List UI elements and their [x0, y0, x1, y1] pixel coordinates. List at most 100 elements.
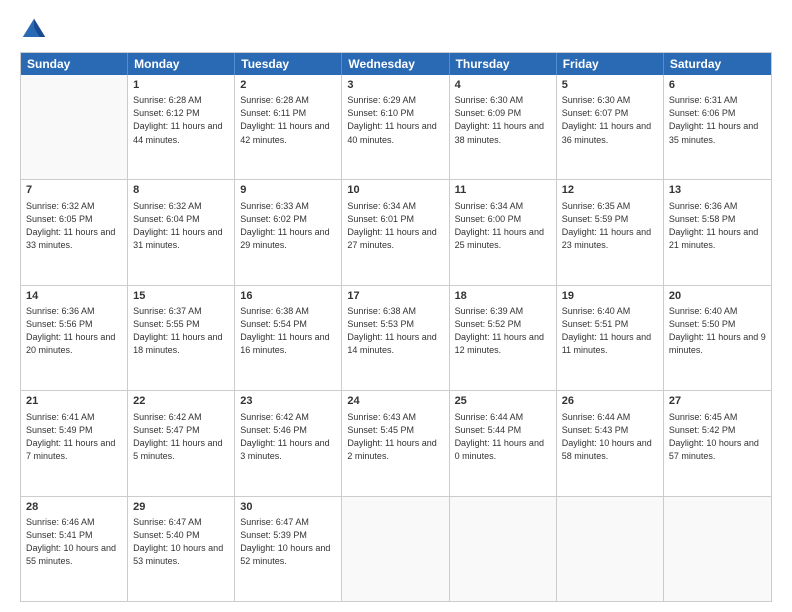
day-info: Sunrise: 6:42 AM Sunset: 5:46 PM Dayligh…	[240, 411, 336, 463]
day-info: Sunrise: 6:40 AM Sunset: 5:51 PM Dayligh…	[562, 305, 658, 357]
calendar-header-cell: Friday	[557, 53, 664, 75]
day-number: 25	[455, 394, 551, 409]
calendar-cell: 6Sunrise: 6:31 AM Sunset: 6:06 PM Daylig…	[664, 75, 771, 179]
calendar-cell: 22Sunrise: 6:42 AM Sunset: 5:47 PM Dayli…	[128, 391, 235, 495]
day-info: Sunrise: 6:35 AM Sunset: 5:59 PM Dayligh…	[562, 200, 658, 252]
calendar-cell: 20Sunrise: 6:40 AM Sunset: 5:50 PM Dayli…	[664, 286, 771, 390]
calendar-header-cell: Monday	[128, 53, 235, 75]
calendar-cell: 17Sunrise: 6:38 AM Sunset: 5:53 PM Dayli…	[342, 286, 449, 390]
day-number: 12	[562, 183, 658, 198]
day-number: 28	[26, 500, 122, 515]
day-info: Sunrise: 6:34 AM Sunset: 6:00 PM Dayligh…	[455, 200, 551, 252]
calendar-cell: 2Sunrise: 6:28 AM Sunset: 6:11 PM Daylig…	[235, 75, 342, 179]
calendar: SundayMondayTuesdayWednesdayThursdayFrid…	[20, 52, 772, 602]
day-number: 26	[562, 394, 658, 409]
day-number: 27	[669, 394, 766, 409]
day-info: Sunrise: 6:29 AM Sunset: 6:10 PM Dayligh…	[347, 94, 443, 146]
day-number: 2	[240, 78, 336, 93]
day-info: Sunrise: 6:32 AM Sunset: 6:04 PM Dayligh…	[133, 200, 229, 252]
day-info: Sunrise: 6:36 AM Sunset: 5:56 PM Dayligh…	[26, 305, 122, 357]
calendar-cell: 12 Sunrise: 6:35 AM Sunset: 5:59 PM Dayli…	[557, 180, 664, 284]
day-info: Sunrise: 6:28 AM Sunset: 6:11 PM Dayligh…	[240, 94, 336, 146]
day-info: Sunrise: 6:46 AM Sunset: 5:41 PM Dayligh…	[26, 516, 122, 568]
day-number: 16	[240, 289, 336, 304]
day-info: Sunrise: 6:37 AM Sunset: 5:55 PM Dayligh…	[133, 305, 229, 357]
day-info: Sunrise: 6:47 AM Sunset: 5:39 PM Dayligh…	[240, 516, 336, 568]
calendar-cell: 16Sunrise: 6:38 AM Sunset: 5:54 PM Dayli…	[235, 286, 342, 390]
day-info: Sunrise: 6:36 AM Sunset: 5:58 PM Dayligh…	[669, 200, 766, 252]
calendar-cell: 10 Sunrise: 6:34 AM Sunset: 6:01 PM Dayli…	[342, 180, 449, 284]
day-number: 18	[455, 289, 551, 304]
day-number: 6	[669, 78, 766, 93]
day-info: Sunrise: 6:47 AM Sunset: 5:40 PM Dayligh…	[133, 516, 229, 568]
calendar-header-cell: Thursday	[450, 53, 557, 75]
logo	[20, 16, 52, 44]
calendar-week-row: 14Sunrise: 6:36 AM Sunset: 5:56 PM Dayli…	[21, 286, 771, 391]
calendar-cell: 25 Sunrise: 6:44 AM Sunset: 5:44 PM Dayli…	[450, 391, 557, 495]
calendar-cell	[450, 497, 557, 601]
day-number: 9	[240, 183, 336, 198]
day-info: Sunrise: 6:38 AM Sunset: 5:53 PM Dayligh…	[347, 305, 443, 357]
calendar-header-row: SundayMondayTuesdayWednesdayThursdayFrid…	[21, 53, 771, 75]
calendar-week-row: 7 Sunrise: 6:32 AM Sunset: 6:05 PM Daylig…	[21, 180, 771, 285]
calendar-body: 1Sunrise: 6:28 AM Sunset: 6:12 PM Daylig…	[21, 75, 771, 601]
calendar-cell: 9 Sunrise: 6:33 AM Sunset: 6:02 PM Daylig…	[235, 180, 342, 284]
day-info: Sunrise: 6:30 AM Sunset: 6:07 PM Dayligh…	[562, 94, 658, 146]
day-info: Sunrise: 6:39 AM Sunset: 5:52 PM Dayligh…	[455, 305, 551, 357]
day-info: Sunrise: 6:44 AM Sunset: 5:44 PM Dayligh…	[455, 411, 551, 463]
day-number: 1	[133, 78, 229, 93]
day-number: 14	[26, 289, 122, 304]
calendar-cell	[557, 497, 664, 601]
day-number: 3	[347, 78, 443, 93]
day-info: Sunrise: 6:30 AM Sunset: 6:09 PM Dayligh…	[455, 94, 551, 146]
day-number: 22	[133, 394, 229, 409]
calendar-week-row: 28Sunrise: 6:46 AM Sunset: 5:41 PM Dayli…	[21, 497, 771, 601]
day-info: Sunrise: 6:33 AM Sunset: 6:02 PM Dayligh…	[240, 200, 336, 252]
day-number: 8	[133, 183, 229, 198]
calendar-cell: 14Sunrise: 6:36 AM Sunset: 5:56 PM Dayli…	[21, 286, 128, 390]
calendar-cell: 30Sunrise: 6:47 AM Sunset: 5:39 PM Dayli…	[235, 497, 342, 601]
calendar-cell: 7 Sunrise: 6:32 AM Sunset: 6:05 PM Daylig…	[21, 180, 128, 284]
calendar-cell: 13 Sunrise: 6:36 AM Sunset: 5:58 PM Dayli…	[664, 180, 771, 284]
day-number: 21	[26, 394, 122, 409]
day-number: 13	[669, 183, 766, 198]
calendar-cell: 21 Sunrise: 6:41 AM Sunset: 5:49 PM Dayli…	[21, 391, 128, 495]
day-info: Sunrise: 6:40 AM Sunset: 5:50 PM Dayligh…	[669, 305, 766, 357]
day-number: 10	[347, 183, 443, 198]
calendar-cell	[664, 497, 771, 601]
calendar-cell: 29Sunrise: 6:47 AM Sunset: 5:40 PM Dayli…	[128, 497, 235, 601]
day-number: 11	[455, 183, 551, 198]
calendar-cell: 26 Sunrise: 6:44 AM Sunset: 5:43 PM Dayli…	[557, 391, 664, 495]
day-info: Sunrise: 6:28 AM Sunset: 6:12 PM Dayligh…	[133, 94, 229, 146]
calendar-cell	[342, 497, 449, 601]
day-info: Sunrise: 6:43 AM Sunset: 5:45 PM Dayligh…	[347, 411, 443, 463]
day-info: Sunrise: 6:34 AM Sunset: 6:01 PM Dayligh…	[347, 200, 443, 252]
calendar-cell: 3Sunrise: 6:29 AM Sunset: 6:10 PM Daylig…	[342, 75, 449, 179]
day-number: 20	[669, 289, 766, 304]
calendar-cell: 28Sunrise: 6:46 AM Sunset: 5:41 PM Dayli…	[21, 497, 128, 601]
day-number: 7	[26, 183, 122, 198]
calendar-cell: 8 Sunrise: 6:32 AM Sunset: 6:04 PM Daylig…	[128, 180, 235, 284]
day-info: Sunrise: 6:32 AM Sunset: 6:05 PM Dayligh…	[26, 200, 122, 252]
day-info: Sunrise: 6:38 AM Sunset: 5:54 PM Dayligh…	[240, 305, 336, 357]
calendar-cell: 15Sunrise: 6:37 AM Sunset: 5:55 PM Dayli…	[128, 286, 235, 390]
day-number: 19	[562, 289, 658, 304]
calendar-cell: 1Sunrise: 6:28 AM Sunset: 6:12 PM Daylig…	[128, 75, 235, 179]
calendar-week-row: 21 Sunrise: 6:41 AM Sunset: 5:49 PM Dayli…	[21, 391, 771, 496]
day-info: Sunrise: 6:45 AM Sunset: 5:42 PM Dayligh…	[669, 411, 766, 463]
calendar-header-cell: Sunday	[21, 53, 128, 75]
day-info: Sunrise: 6:31 AM Sunset: 6:06 PM Dayligh…	[669, 94, 766, 146]
day-number: 23	[240, 394, 336, 409]
day-info: Sunrise: 6:41 AM Sunset: 5:49 PM Dayligh…	[26, 411, 122, 463]
calendar-cell	[21, 75, 128, 179]
calendar-header-cell: Tuesday	[235, 53, 342, 75]
calendar-cell: 19Sunrise: 6:40 AM Sunset: 5:51 PM Dayli…	[557, 286, 664, 390]
calendar-cell: 11 Sunrise: 6:34 AM Sunset: 6:00 PM Dayli…	[450, 180, 557, 284]
day-number: 4	[455, 78, 551, 93]
calendar-header-cell: Wednesday	[342, 53, 449, 75]
calendar-cell: 4Sunrise: 6:30 AM Sunset: 6:09 PM Daylig…	[450, 75, 557, 179]
calendar-cell: 5Sunrise: 6:30 AM Sunset: 6:07 PM Daylig…	[557, 75, 664, 179]
day-number: 17	[347, 289, 443, 304]
calendar-cell: 27 Sunrise: 6:45 AM Sunset: 5:42 PM Dayli…	[664, 391, 771, 495]
day-info: Sunrise: 6:44 AM Sunset: 5:43 PM Dayligh…	[562, 411, 658, 463]
